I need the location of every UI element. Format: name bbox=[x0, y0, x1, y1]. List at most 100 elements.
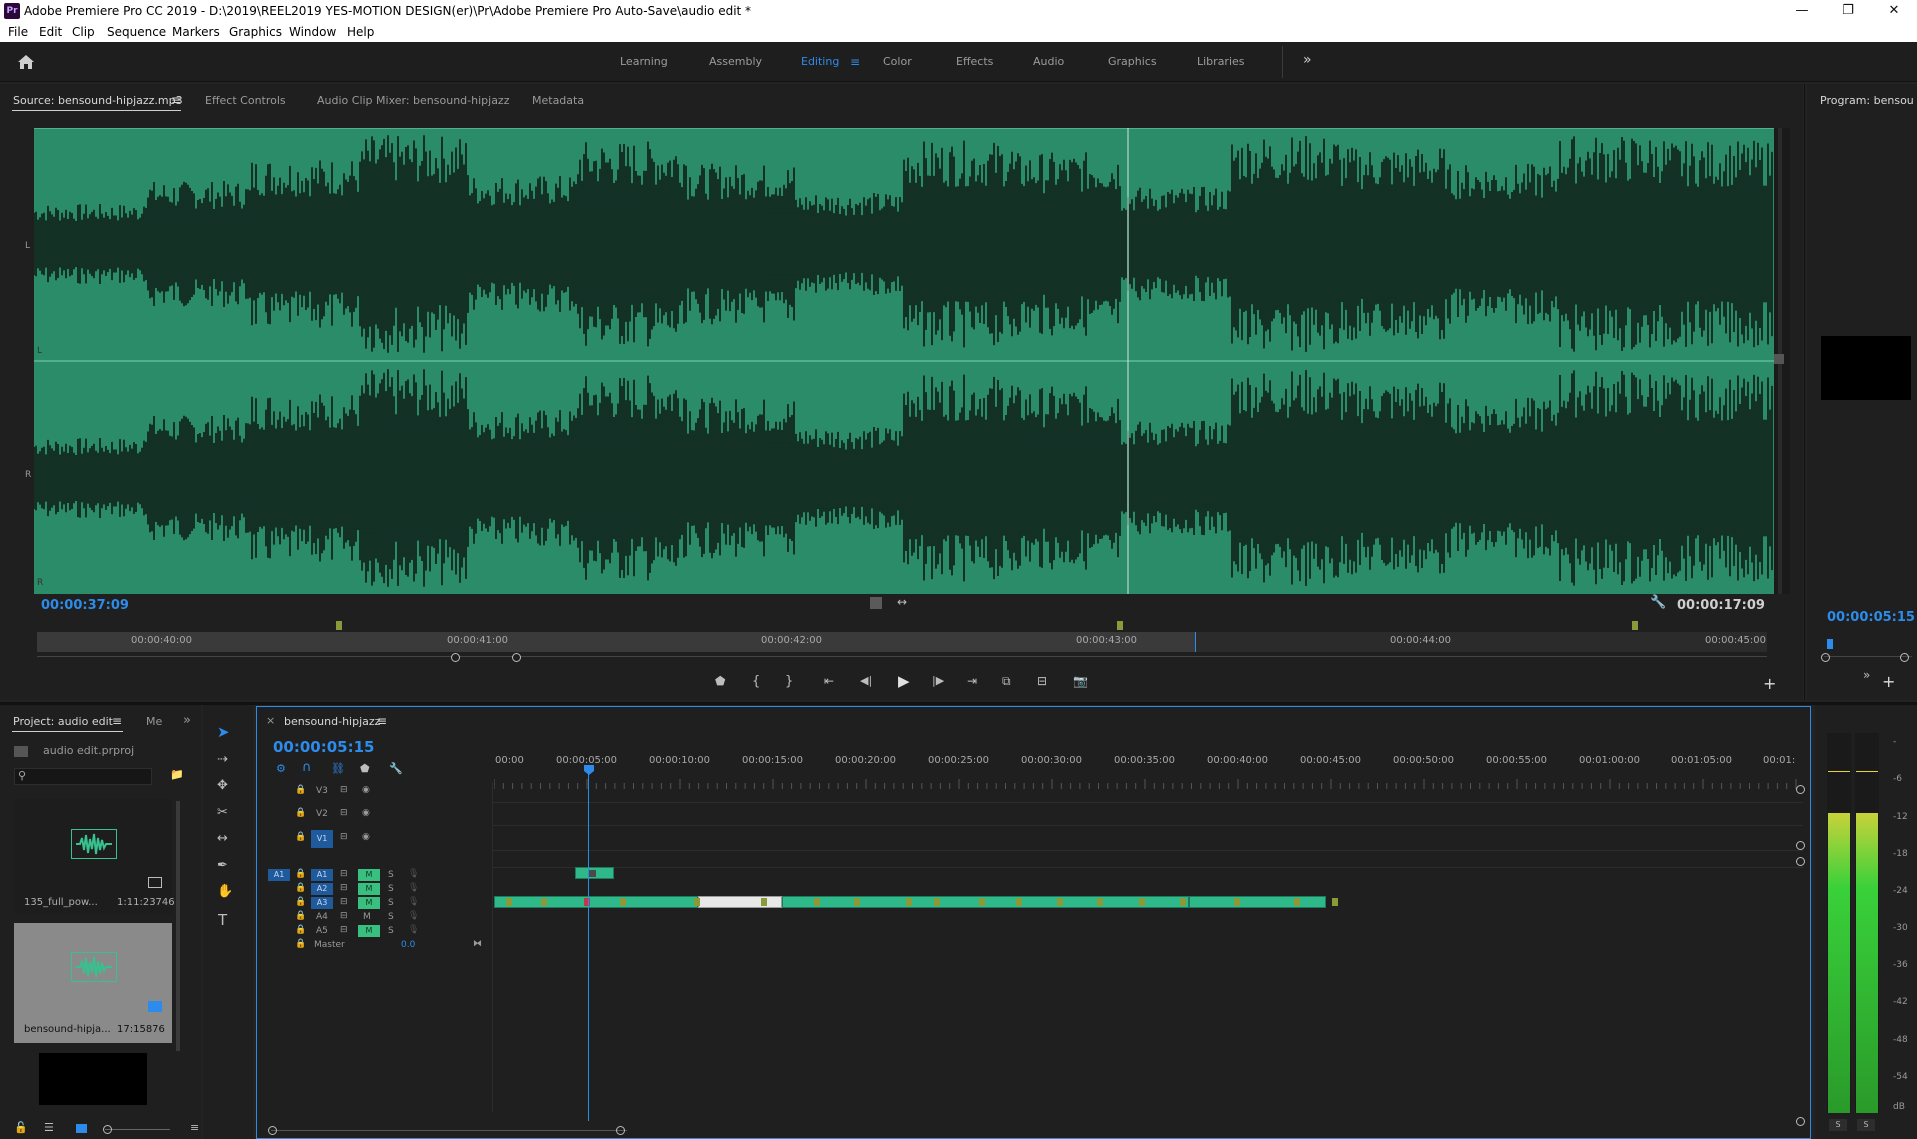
scroll-handle[interactable] bbox=[1796, 857, 1805, 866]
wrench-settings-icon[interactable]: 🔧 bbox=[1650, 595, 1666, 610]
workspace-color[interactable]: Color bbox=[883, 55, 912, 68]
go-to-in-icon[interactable]: ⇤ bbox=[824, 674, 834, 688]
mute-button[interactable]: M bbox=[363, 912, 371, 922]
voiceover-mic-icon[interactable]: 🎙 bbox=[408, 869, 419, 879]
sync-lock-icon[interactable]: ⊟ bbox=[340, 785, 348, 795]
keyframe-marker[interactable] bbox=[1057, 898, 1063, 906]
sequence-tab-menu-icon[interactable]: ≡ bbox=[377, 714, 387, 728]
overwrite-icon[interactable]: ⊟ bbox=[1037, 674, 1047, 688]
meter-solo-left[interactable]: S bbox=[1829, 1119, 1847, 1131]
source-patch-a1[interactable]: A1 bbox=[268, 869, 290, 881]
meter-solo-right[interactable]: S bbox=[1857, 1119, 1875, 1131]
mute-button[interactable]: M bbox=[358, 869, 380, 881]
tab-metadata[interactable]: Metadata bbox=[532, 94, 584, 107]
lock-icon[interactable]: 🔒 bbox=[295, 897, 306, 907]
panel-menu-icon[interactable]: ≡ bbox=[190, 1121, 199, 1134]
export-frame-icon[interactable]: 📷 bbox=[1073, 674, 1088, 688]
keyframe-marker[interactable] bbox=[814, 898, 820, 906]
scroll-handle[interactable] bbox=[268, 1126, 277, 1135]
sync-lock-icon[interactable]: ⊟ bbox=[340, 832, 348, 842]
project-search-input[interactable]: ⚲ bbox=[14, 768, 152, 785]
tab-audio-clip-mixer[interactable]: Audio Clip Mixer: bensound-hipjazz bbox=[317, 94, 509, 107]
project-item[interactable]: 135_full_pow... 1:11:23746 bbox=[14, 799, 175, 914]
mute-button[interactable]: M bbox=[358, 897, 380, 909]
menu-window[interactable]: Window bbox=[289, 25, 336, 39]
add-button-icon[interactable]: + bbox=[1882, 672, 1895, 691]
sync-lock-icon[interactable]: ⊟ bbox=[340, 883, 348, 893]
lock-icon[interactable]: 🔒 bbox=[295, 832, 306, 842]
project-scrollbar[interactable] bbox=[176, 801, 180, 1051]
add-button-icon[interactable]: + bbox=[1763, 674, 1776, 693]
menu-clip[interactable]: Clip bbox=[72, 25, 95, 39]
keyframe-marker[interactable] bbox=[1016, 898, 1022, 906]
timeline-horizontal-scrollbar[interactable] bbox=[271, 1130, 627, 1131]
keyframe-marker[interactable] bbox=[694, 898, 700, 906]
menu-sequence[interactable]: Sequence bbox=[107, 25, 166, 39]
track-label-a5[interactable]: A5 bbox=[316, 926, 328, 936]
lock-icon[interactable]: 🔒 bbox=[295, 869, 306, 879]
keyframe-marker[interactable] bbox=[1097, 898, 1103, 906]
sync-lock-icon[interactable]: ⊟ bbox=[340, 925, 348, 935]
zoom-handle[interactable] bbox=[1821, 653, 1830, 662]
track-label-a2[interactable]: A2 bbox=[311, 883, 333, 895]
keyframe-marker[interactable] bbox=[584, 898, 590, 906]
keyframe-marker[interactable] bbox=[1180, 898, 1186, 906]
mute-button[interactable]: M bbox=[358, 883, 380, 895]
sync-lock-icon[interactable]: ⊟ bbox=[340, 869, 348, 879]
workspace-libraries[interactable]: Libraries bbox=[1197, 55, 1245, 68]
source-tab-menu-icon[interactable]: ≡ bbox=[171, 93, 181, 107]
tab-effect-controls[interactable]: Effect Controls bbox=[205, 94, 286, 107]
close-sequence-icon[interactable]: × bbox=[266, 714, 275, 727]
step-forward-icon[interactable]: |▶ bbox=[932, 674, 944, 687]
mark-out-icon[interactable]: } bbox=[785, 674, 793, 689]
menu-help[interactable]: Help bbox=[347, 25, 374, 39]
sync-lock-icon[interactable]: ⊟ bbox=[340, 808, 348, 818]
mark-in-icon[interactable]: { bbox=[752, 674, 760, 689]
keyframe-marker[interactable] bbox=[906, 898, 912, 906]
scroll-handle[interactable] bbox=[1796, 841, 1805, 850]
program-timecode[interactable]: 00:00:05:15 bbox=[1827, 610, 1915, 625]
add-marker-icon[interactable]: ⬟ bbox=[715, 674, 725, 688]
zoom-handle-right[interactable] bbox=[512, 653, 521, 662]
waveform-zoom-scrollbar[interactable] bbox=[1774, 128, 1790, 594]
type-tool-icon[interactable]: T bbox=[218, 911, 227, 929]
tab-project[interactable]: Project: audio edit bbox=[13, 715, 113, 728]
program-zoom-bar[interactable] bbox=[1824, 656, 1912, 657]
timeline-playhead-timecode[interactable]: 00:00:05:15 bbox=[273, 738, 375, 756]
lock-icon[interactable]: 🔒 bbox=[295, 808, 306, 818]
program-playhead[interactable] bbox=[1827, 639, 1833, 649]
lock-icon[interactable]: 🔒 bbox=[295, 911, 306, 921]
tab-source[interactable]: Source: bensound-hipjazz.mp3 bbox=[13, 94, 183, 107]
workspace-overflow-icon[interactable]: » bbox=[1303, 52, 1312, 68]
workspace-effects[interactable]: Effects bbox=[956, 55, 993, 68]
lock-icon[interactable]: 🔒 bbox=[295, 925, 306, 935]
menu-graphics[interactable]: Graphics bbox=[229, 25, 282, 39]
keyframe-marker[interactable] bbox=[541, 898, 547, 906]
menu-edit[interactable]: Edit bbox=[39, 25, 62, 39]
track-label-v1[interactable]: V1 bbox=[311, 830, 333, 848]
overflow-icon[interactable]: » bbox=[1863, 668, 1870, 682]
project-tab-menu-icon[interactable]: ≡ bbox=[112, 714, 122, 728]
marker[interactable] bbox=[1632, 621, 1638, 630]
zoom-handle[interactable] bbox=[1900, 653, 1909, 662]
ripple-edit-tool-icon[interactable]: ✥ bbox=[217, 778, 228, 793]
solo-button[interactable]: S bbox=[388, 884, 394, 894]
lock-icon[interactable]: 🔒 bbox=[295, 939, 306, 949]
keyframe-marker[interactable] bbox=[1294, 898, 1300, 906]
solo-button[interactable]: S bbox=[388, 870, 394, 880]
slip-tool-icon[interactable]: ↔ bbox=[217, 831, 228, 846]
thumbnail-size-slider[interactable] bbox=[105, 1129, 170, 1130]
keyframe-marker[interactable] bbox=[1139, 898, 1145, 906]
lock-icon[interactable]: 🔒 bbox=[295, 785, 306, 795]
mute-button[interactable]: M bbox=[358, 925, 380, 937]
slider-handle[interactable] bbox=[103, 1125, 112, 1134]
track-label-a3[interactable]: A3 bbox=[311, 897, 333, 909]
eye-icon[interactable]: ◉ bbox=[362, 808, 370, 818]
workspace-graphics[interactable]: Graphics bbox=[1108, 55, 1157, 68]
marker[interactable] bbox=[336, 621, 342, 630]
keyframe-marker[interactable] bbox=[1332, 898, 1338, 906]
solo-button[interactable]: S bbox=[388, 926, 394, 936]
sync-lock-icon[interactable]: ⊟ bbox=[340, 897, 348, 907]
add-marker-icon[interactable]: ⬟ bbox=[360, 762, 370, 775]
program-video-preview[interactable] bbox=[1821, 336, 1911, 400]
